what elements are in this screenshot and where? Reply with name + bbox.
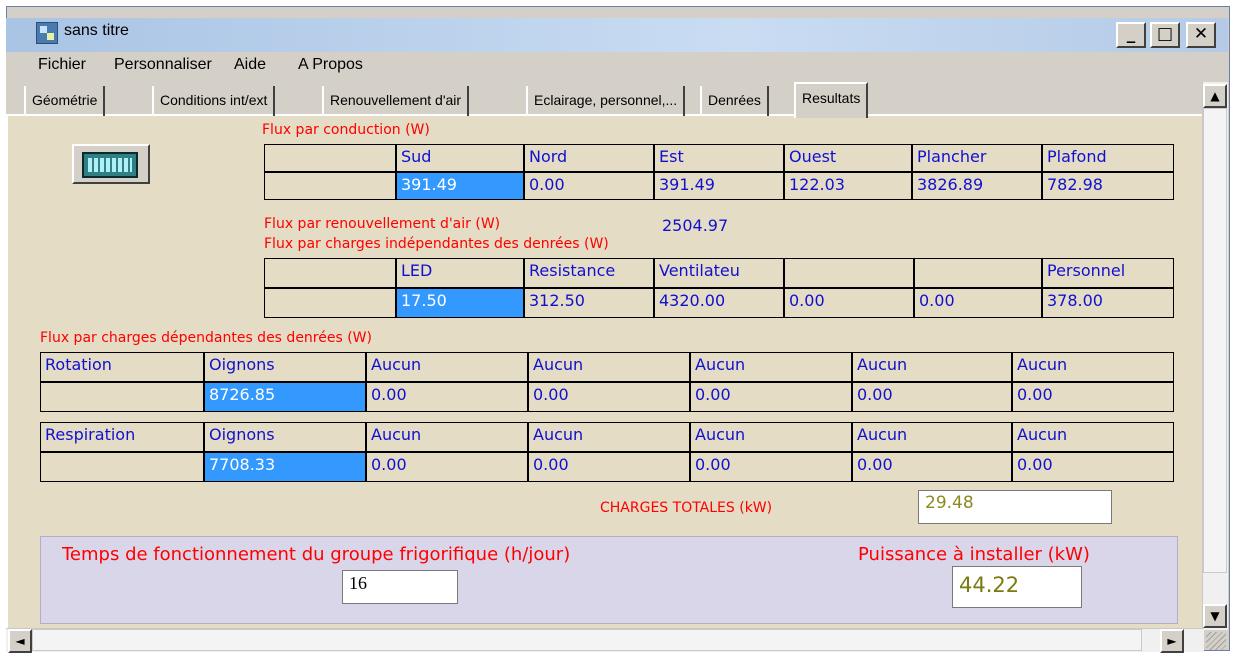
independantes-header: Ventilateu bbox=[654, 258, 784, 288]
rotation-header: Oignons bbox=[204, 352, 366, 382]
respiration-value[interactable]: 0.00 bbox=[528, 452, 690, 482]
rotation-header: Aucun bbox=[690, 352, 852, 382]
rotation-label: Rotation bbox=[40, 352, 204, 382]
maximize-button[interactable]: □ bbox=[1150, 22, 1180, 48]
menu-personnaliser[interactable]: Personnaliser bbox=[114, 56, 212, 74]
tab-resultats[interactable]: Resultats bbox=[794, 82, 869, 118]
independantes-header bbox=[914, 258, 1042, 288]
totals-field[interactable]: 29.48 bbox=[918, 490, 1112, 524]
respiration-header: Aucun bbox=[1012, 422, 1174, 452]
respiration-header: Oignons bbox=[204, 422, 366, 452]
conduction-label: Flux par conduction (W) bbox=[262, 122, 430, 138]
independantes-value[interactable]: 17.50 bbox=[396, 288, 524, 318]
independantes-header: LED bbox=[396, 258, 524, 288]
rotation-value[interactable]: 0.00 bbox=[1012, 382, 1174, 412]
app-icon bbox=[36, 22, 58, 44]
independantes-rowhead bbox=[264, 288, 396, 318]
scroll-right-button[interactable]: ► bbox=[1160, 629, 1184, 653]
conduction-value[interactable]: 391.49 bbox=[654, 172, 784, 200]
independantes-value[interactable]: 4320.00 bbox=[654, 288, 784, 318]
totals-label: CHARGES TOTALES (kW) bbox=[600, 500, 773, 516]
temps-label: Temps de fonctionnement du groupe frigor… bbox=[62, 544, 571, 565]
renouvellement-value: 2504.97 bbox=[662, 216, 729, 235]
respiration-header: Aucun bbox=[690, 422, 852, 452]
independantes-header: Personnel bbox=[1042, 258, 1174, 288]
independantes-corner bbox=[264, 258, 396, 288]
rotation-value[interactable]: 0.00 bbox=[528, 382, 690, 412]
independantes-header: Resistance bbox=[524, 258, 654, 288]
rotation-rowhead bbox=[40, 382, 204, 412]
title-bar bbox=[6, 18, 1228, 52]
rotation-value[interactable]: 0.00 bbox=[366, 382, 528, 412]
respiration-label: Respiration bbox=[40, 422, 204, 452]
dependantes-label: Flux par charges dépendantes des denrées… bbox=[40, 330, 372, 346]
renouvellement-label: Flux par renouvellement d'air (W) bbox=[264, 216, 501, 232]
rotation-header: Aucun bbox=[1012, 352, 1174, 382]
rotation-value[interactable]: 0.00 bbox=[852, 382, 1012, 412]
rotation-value[interactable]: 8726.85 bbox=[204, 382, 366, 412]
rotation-header: Aucun bbox=[852, 352, 1012, 382]
independantes-value[interactable]: 0.00 bbox=[914, 288, 1042, 318]
scroll-up-button[interactable]: ▲ bbox=[1203, 84, 1227, 108]
tab-denrees[interactable]: Denrées bbox=[700, 86, 769, 116]
conduction-header: Plancher bbox=[912, 144, 1042, 172]
independantes-value[interactable]: 378.00 bbox=[1042, 288, 1174, 318]
independantes-header bbox=[784, 258, 914, 288]
puissance-label: Puissance à installer (kW) bbox=[858, 544, 1090, 565]
conduction-value[interactable]: 0.00 bbox=[524, 172, 654, 200]
conduction-value[interactable]: 391.49 bbox=[396, 172, 524, 200]
respiration-value[interactable]: 0.00 bbox=[852, 452, 1012, 482]
respiration-value[interactable]: 0.00 bbox=[690, 452, 852, 482]
horizontal-scroll-thumb[interactable] bbox=[32, 629, 1142, 651]
scroll-left-button[interactable]: ◄ bbox=[8, 629, 32, 653]
conduction-value[interactable]: 782.98 bbox=[1042, 172, 1174, 200]
tab-geometrie[interactable]: Géométrie bbox=[24, 86, 106, 116]
conduction-header: Nord bbox=[524, 144, 654, 172]
scroll-down-button[interactable]: ▼ bbox=[1203, 604, 1227, 628]
vertical-scroll-thumb[interactable] bbox=[1203, 108, 1227, 573]
respiration-header: Aucun bbox=[528, 422, 690, 452]
resize-grip-icon[interactable] bbox=[1206, 632, 1226, 650]
rotation-header: Aucun bbox=[366, 352, 528, 382]
independantes-label: Flux par charges indépendantes des denré… bbox=[264, 236, 609, 252]
calculator-icon bbox=[82, 152, 138, 178]
conduction-corner bbox=[264, 144, 396, 172]
conduction-value[interactable]: 122.03 bbox=[784, 172, 912, 200]
respiration-header: Aucun bbox=[366, 422, 528, 452]
conduction-header: Est bbox=[654, 144, 784, 172]
respiration-rowhead bbox=[40, 452, 204, 482]
puissance-field[interactable]: 44.22 bbox=[952, 566, 1082, 608]
rotation-header: Aucun bbox=[528, 352, 690, 382]
conduction-header: Sud bbox=[396, 144, 524, 172]
minimize-button[interactable]: _ bbox=[1116, 22, 1146, 48]
conduction-header: Plafond bbox=[1042, 144, 1174, 172]
conduction-value[interactable]: 3826.89 bbox=[912, 172, 1042, 200]
tab-renouvellement[interactable]: Renouvellement d'air bbox=[322, 86, 470, 116]
tab-conditions[interactable]: Conditions int/ext bbox=[152, 86, 276, 116]
respiration-header: Aucun bbox=[852, 422, 1012, 452]
menu-fichier[interactable]: Fichier bbox=[38, 56, 86, 74]
window-title: sans titre bbox=[64, 22, 129, 39]
rotation-value[interactable]: 0.00 bbox=[690, 382, 852, 412]
independantes-value[interactable]: 312.50 bbox=[524, 288, 654, 318]
conduction-rowhead bbox=[264, 172, 396, 200]
menu-a-propos[interactable]: A Propos bbox=[298, 56, 363, 74]
independantes-value[interactable]: 0.00 bbox=[784, 288, 914, 318]
close-button[interactable]: ✕ bbox=[1186, 22, 1216, 48]
respiration-value[interactable]: 0.00 bbox=[1012, 452, 1174, 482]
temps-input[interactable]: 16 bbox=[342, 570, 458, 604]
tab-eclairage[interactable]: Eclairage, personnel,... bbox=[526, 86, 686, 116]
respiration-value[interactable]: 0.00 bbox=[366, 452, 528, 482]
respiration-value[interactable]: 7708.33 bbox=[204, 452, 366, 482]
conduction-header: Ouest bbox=[784, 144, 912, 172]
menu-aide[interactable]: Aide bbox=[234, 56, 266, 74]
